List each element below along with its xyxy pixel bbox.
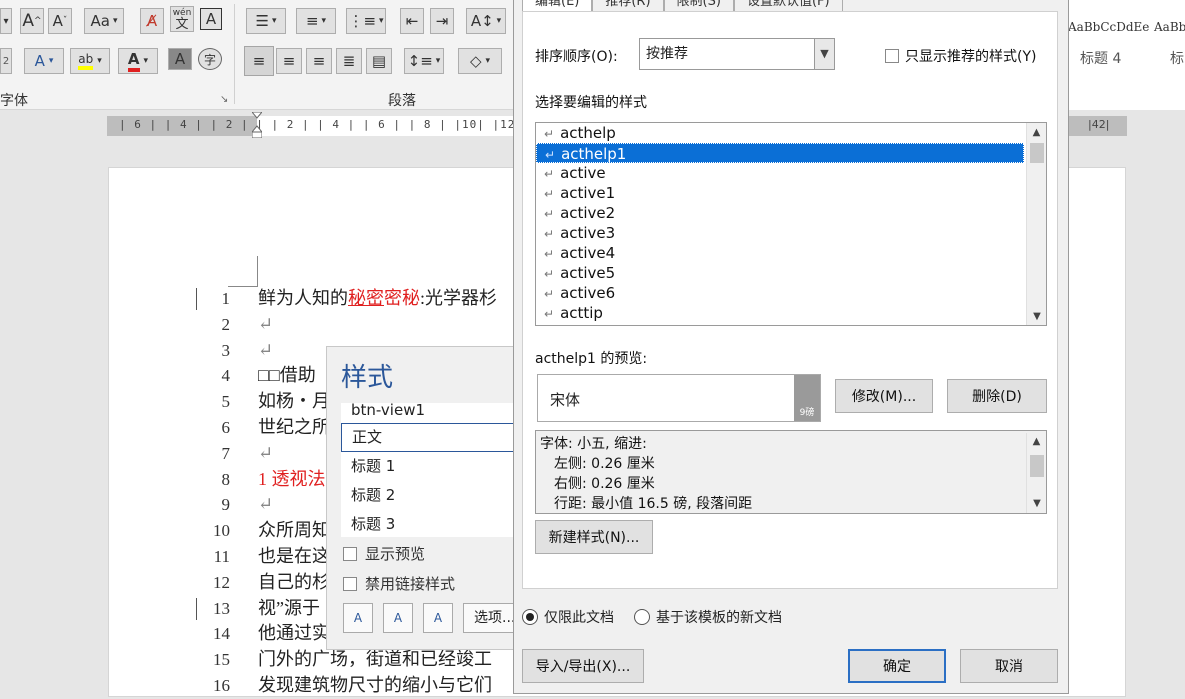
sort-icon[interactable]: A↕ ▾ (466, 8, 506, 34)
doc-line: 门外的广场，街道和已经竣工 (258, 649, 492, 670)
font-dropdown-edge[interactable]: 2 (0, 48, 12, 74)
manage-styles-icon[interactable]: A (423, 603, 453, 633)
styles-pane-title: 样式 (341, 363, 394, 393)
numbering-button[interactable]: ≡ ▾ (296, 8, 336, 34)
style-item-heading3[interactable]: 标题 3 (341, 510, 523, 539)
paragraph-group-label: 段落 (388, 93, 416, 109)
preview-label: acthelp1 的预览: (535, 351, 648, 367)
sort-order-select[interactable]: 按推荐 ▼ (639, 38, 835, 70)
style-item-normal[interactable]: 正文 (341, 423, 523, 452)
style-list-item[interactable]: ↵ acttip (536, 303, 1024, 323)
description-scrollbar[interactable]: ▲ ▼ (1026, 433, 1046, 513)
style-list-item[interactable]: ↵ active1 (536, 183, 1024, 203)
only-recommended-checkbox[interactable]: 只显示推荐的样式(Y) (885, 46, 1036, 66)
styles-pane-list[interactable]: btn-view1 正文 标题 1 标题 2 标题 3 (341, 403, 523, 537)
styles-pane: 样式 btn-view1 正文 标题 1 标题 2 标题 3 显示预览 禁用链接… (326, 346, 523, 650)
sort-order-label: 排序顺序(O): (535, 49, 618, 65)
new-style-button[interactable]: 新建样式(N)... (535, 520, 653, 554)
show-preview-checkbox[interactable]: 显示预览 (343, 543, 425, 564)
style-list-item[interactable]: ↵ active5 (536, 263, 1024, 283)
style-item-btn-view1[interactable]: btn-view1 (341, 403, 523, 423)
doc-line: 发现建筑物尺寸的缩小与它们 (258, 674, 492, 695)
char-border-button[interactable]: A (200, 8, 222, 30)
new-style-icon[interactable]: A (343, 603, 373, 633)
line-numbers: 12 34 56 78 9 10 11 12 13 14 15 16 (213, 289, 230, 695)
text-effect-button[interactable]: A ▾ (24, 48, 64, 74)
disable-linked-checkbox[interactable]: 禁用链接样式 (343, 573, 455, 594)
highlight-button[interactable]: ab ▾ (70, 48, 110, 74)
align-center-button[interactable]: ≡ (276, 48, 302, 74)
modify-button[interactable]: 修改(M)... (835, 379, 933, 413)
style-list-item[interactable]: ↵ acthelp (536, 123, 1024, 143)
doc-line: ↵ (258, 313, 274, 334)
font-group-label: 字体 (0, 93, 28, 109)
ok-button[interactable]: 确定 (848, 649, 946, 683)
manage-styles-dialog: 编辑(E) 推荐(R) 限制(S) 设置默认值(F) 排序顺序(O): 按推荐 … (513, 0, 1069, 694)
radio-new-docs-template[interactable]: 基于该模板的新文档 (634, 607, 782, 627)
align-right-button[interactable]: ≡ (306, 48, 332, 74)
cancel-button[interactable]: 取消 (960, 649, 1058, 683)
edit-tab-panel: 排序顺序(O): 按推荐 ▼ 只显示推荐的样式(Y) 选择要编辑的样式 ↵ act… (522, 11, 1058, 589)
style-list-item[interactable]: ↵ active3 (536, 223, 1024, 243)
gallery-name-heading4: 标题 4 (1080, 51, 1122, 67)
line-spacing-button[interactable]: ↕≡ ▾ (404, 48, 444, 74)
shrink-font-button[interactable]: Aˇ (48, 8, 72, 34)
gallery-sample-1[interactable]: AaBbCcDdEe (1068, 20, 1149, 34)
select-style-label: 选择要编辑的样式 (535, 95, 647, 111)
gallery-name-2: 标 (1170, 51, 1184, 67)
char-shading-button[interactable]: A (168, 48, 192, 70)
style-list-item[interactable]: ↵ active2 (536, 203, 1024, 223)
gallery-sample-2[interactable]: AaBb (1154, 20, 1185, 34)
font-dialog-launcher-icon[interactable]: ↘ (220, 94, 228, 105)
style-list-item[interactable]: ↵ active6 (536, 283, 1024, 303)
style-list-item-selected[interactable]: ↵ acthelp1 (536, 143, 1024, 163)
styles-gallery: AaBbCcDdEe AaBb 标题 4 标 (1068, 0, 1185, 110)
align-left-button[interactable]: ≡ (244, 46, 274, 76)
enclose-char-button[interactable]: 字 (198, 48, 222, 70)
font-size-dropdown[interactable]: ▾ (0, 8, 12, 34)
multilevel-list-button[interactable]: ⋮≡ ▾ (346, 8, 386, 34)
clear-format-icon[interactable]: A̸ (140, 8, 164, 34)
style-item-heading1[interactable]: 标题 1 (341, 452, 523, 481)
radio-this-document[interactable]: 仅限此文档 (522, 607, 614, 627)
justify-button[interactable]: ≣ (336, 48, 362, 74)
decrease-indent-button[interactable]: ⇤ (400, 8, 424, 34)
style-list-item[interactable]: ↵ active4 (536, 243, 1024, 263)
font-color-button[interactable]: A ▾ (118, 48, 158, 74)
increase-indent-button[interactable]: ⇥ (430, 8, 454, 34)
chevron-down-icon[interactable]: ▼ (814, 39, 834, 69)
style-inspector-icon[interactable]: A (383, 603, 413, 633)
delete-button[interactable]: 删除(D) (947, 379, 1047, 413)
scroll-down-icon[interactable]: ▼ (1027, 307, 1046, 325)
style-preview: 宋体 9磅 (537, 374, 821, 422)
scroll-up-icon[interactable]: ▲ (1027, 123, 1046, 141)
grow-font-button[interactable]: A ^ (20, 8, 44, 34)
distributed-button[interactable]: ▤ (366, 48, 392, 74)
style-list-item[interactable]: ↵ active (536, 163, 1024, 183)
bullets-button[interactable]: ☰ ▾ (246, 8, 286, 34)
style-description: 字体: 小五, 缩进: 左侧: 0.26 厘米 右侧: 0.26 厘米 行距: … (535, 430, 1047, 514)
change-case-button[interactable]: Aa ▾ (84, 8, 124, 34)
style-list[interactable]: ↵ acthelp ↵ acthelp1 ↵ active ↵ active1 ↵ act… (535, 122, 1047, 326)
ruler-right-ticks: |42| (1088, 118, 1110, 131)
indent-marker-icon[interactable] (250, 111, 264, 139)
style-item-heading2[interactable]: 标题 2 (341, 481, 523, 510)
shading-button[interactable]: ◇ ▾ (458, 48, 502, 74)
import-export-button[interactable]: 导入/导出(X)... (522, 649, 644, 683)
style-list-scrollbar[interactable]: ▲ ▼ (1026, 123, 1046, 325)
doc-line: 鲜为人知的秘密密秘:光学器杉 (258, 288, 498, 308)
phonetic-guide-button[interactable]: wén 文 (170, 6, 194, 32)
